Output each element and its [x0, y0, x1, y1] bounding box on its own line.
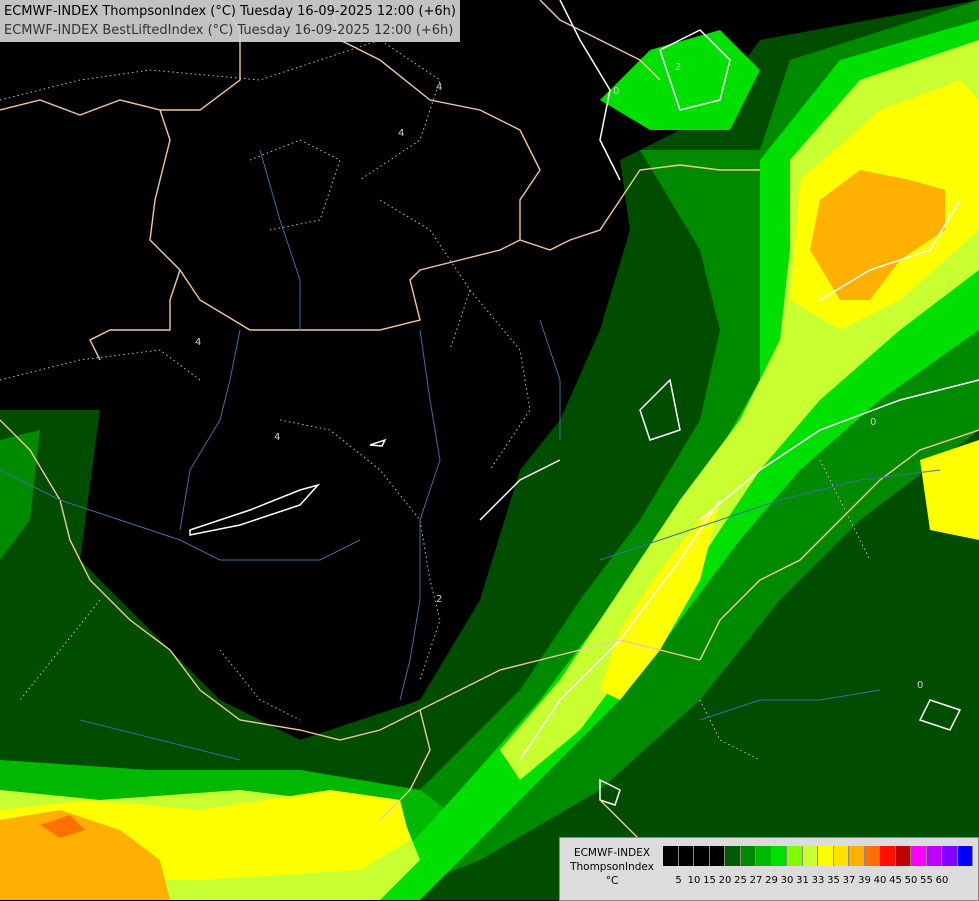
map-title: ECMWF-INDEX ThompsonIndex (°C) Tuesday 1… [0, 0, 460, 42]
title-thompson-index: ECMWF-INDEX ThompsonIndex (°C) Tuesday 1… [4, 4, 456, 19]
legend-swatch [694, 846, 710, 866]
legend-model: ECMWF-INDEX [573, 847, 651, 859]
weather-map: 4 4 4 4 2 0 0 2 0 [0, 0, 979, 900]
contour-label: 4 [436, 82, 442, 93]
contour-label: 4 [398, 128, 404, 139]
legend-swatch [911, 846, 927, 866]
legend-swatch [709, 846, 725, 866]
contour-label: 0 [870, 417, 876, 428]
legend-swatch [663, 846, 679, 866]
legend-swatch [771, 846, 787, 866]
legend-swatch [880, 846, 896, 866]
contour-label: 2 [675, 62, 681, 73]
legend-swatch [864, 846, 880, 866]
legend-label: ECMWF-INDEX ThompsonIndex °C [566, 846, 658, 888]
legend-swatch [725, 846, 741, 866]
legend-swatch [756, 846, 772, 866]
legend-swatch [787, 846, 803, 866]
title-best-lifted-index: ECMWF-INDEX BestLiftedIndex (°C) Tuesday… [4, 23, 454, 38]
legend-swatch [926, 846, 942, 866]
legend-swatch [740, 846, 756, 866]
legend-swatch [678, 846, 694, 866]
contour-label: 4 [195, 337, 201, 348]
legend-swatch [833, 846, 849, 866]
legend-swatch [818, 846, 834, 866]
legend-parameter: ThompsonIndex [570, 861, 654, 873]
legend-swatch [849, 846, 865, 866]
legend-unit: °C [605, 875, 619, 887]
legend-tick: 60 [935, 875, 949, 886]
legend-swatch [942, 846, 958, 866]
color-legend: ECMWF-INDEX ThompsonIndex °C 5 10 15 20 25 27… [559, 837, 979, 901]
contour-label: 4 [274, 432, 280, 443]
contour-label: 0 [613, 86, 619, 97]
contour-label: 2 [436, 594, 442, 605]
legend-swatch [802, 846, 818, 866]
legend-swatch [957, 846, 973, 866]
legend-swatch [895, 846, 911, 866]
contour-label: 0 [917, 680, 923, 691]
